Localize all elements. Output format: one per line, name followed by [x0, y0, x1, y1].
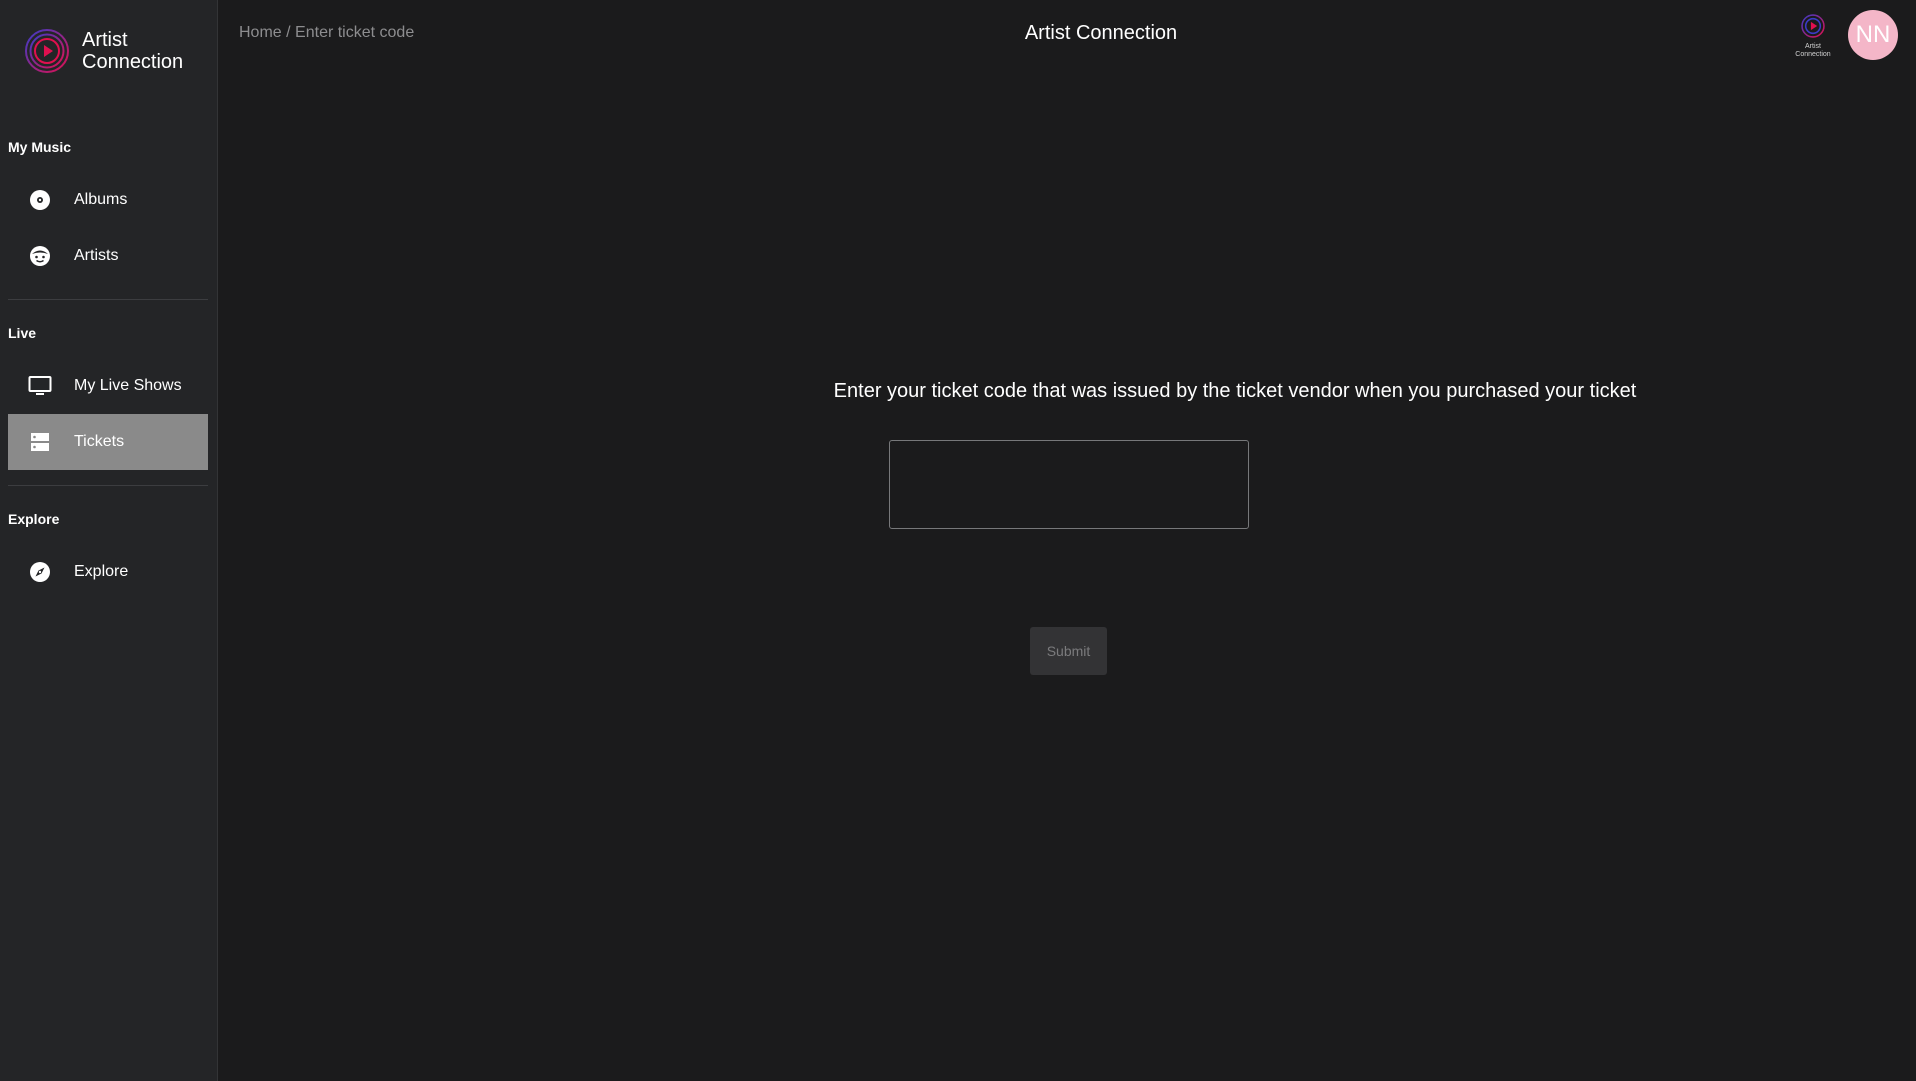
face-icon	[28, 244, 52, 268]
header-logo-line-2: Connection	[1795, 51, 1831, 58]
ticket-code-prompt: Enter your ticket code that was issued b…	[833, 380, 1637, 402]
header-logo-text: Artist Connection	[1790, 43, 1836, 59]
breadcrumb: Home / Enter ticket code	[239, 24, 414, 42]
sidebar: Artist Connection My Music Albums Artist…	[0, 0, 218, 1081]
sidebar-item-label: My Live Shows	[74, 377, 182, 394]
section-label-live: Live	[8, 325, 37, 341]
brand-line-2: Connection	[82, 51, 184, 73]
header-logo[interactable]: Artist Connection	[1790, 14, 1836, 59]
sidebar-item-label: Explore	[74, 563, 129, 580]
sidebar-item-artists[interactable]: Artists	[8, 228, 208, 284]
sidebar-item-label: Artists	[74, 247, 119, 264]
artist-connection-logo-icon	[25, 29, 69, 73]
header-logo-line-1: Artist	[1805, 43, 1821, 50]
brand-name: Artist Connection	[82, 29, 183, 73]
compass-icon	[28, 560, 52, 584]
breadcrumb-home-link[interactable]: Home	[239, 24, 282, 41]
monitor-icon	[28, 374, 52, 398]
sidebar-item-label: Albums	[74, 191, 128, 208]
page-title: Artist Connection	[1024, 22, 1178, 44]
avatar[interactable]: NN	[1848, 10, 1898, 60]
breadcrumb-current: Enter ticket code	[295, 24, 415, 41]
brand[interactable]: Artist Connection	[24, 28, 183, 74]
sidebar-divider	[8, 299, 208, 300]
ticket-code-input[interactable]	[889, 440, 1249, 529]
ticket-icon	[28, 430, 52, 454]
sidebar-item-explore[interactable]: Explore	[8, 544, 208, 600]
sidebar-item-my-live-shows[interactable]: My Live Shows	[8, 358, 208, 414]
brand-line-1: Artist	[82, 29, 128, 51]
sidebar-item-tickets[interactable]: Tickets	[8, 414, 208, 470]
submit-button[interactable]: Submit	[1030, 627, 1107, 675]
artist-connection-logo-icon	[1801, 14, 1825, 38]
sidebar-divider	[8, 485, 208, 486]
section-label-explore: Explore	[8, 511, 60, 527]
sidebar-item-label: Tickets	[74, 433, 125, 450]
sidebar-item-albums[interactable]: Albums	[8, 172, 208, 228]
section-label-my-music: My Music	[8, 139, 72, 155]
disc-icon	[28, 188, 52, 212]
breadcrumb-separator: /	[286, 24, 291, 41]
